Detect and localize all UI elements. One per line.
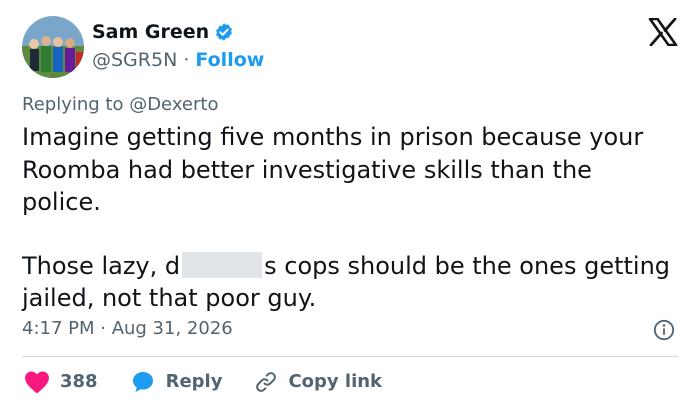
- like-button[interactable]: 388: [24, 369, 98, 395]
- author-name[interactable]: Sam Green: [92, 19, 209, 45]
- heart-icon: [25, 371, 49, 394]
- info-icon[interactable]: [653, 319, 675, 341]
- reply-button[interactable]: Reply: [130, 369, 223, 395]
- follow-button[interactable]: Follow: [195, 49, 264, 71]
- tweet-paragraph-1: Imagine getting five months in prison be…: [22, 123, 644, 216]
- like-count: 388: [60, 371, 98, 392]
- action-bar: 388 Reply Copy link: [24, 368, 414, 396]
- author-handle[interactable]: @SGR5N: [92, 49, 177, 71]
- link-icon: [256, 372, 277, 392]
- copy-link-label: Copy link: [288, 371, 383, 392]
- copy-link-button[interactable]: Copy link: [254, 369, 382, 395]
- handle-separator: ·: [177, 49, 196, 71]
- verified-badge-icon: [216, 23, 233, 41]
- tweet-timestamp[interactable]: 4:17 PM · Aug 31, 2026: [22, 316, 233, 342]
- reply-label: Reply: [165, 371, 223, 392]
- redaction-block: [182, 251, 263, 278]
- tweet-paragraph-2: Those lazy, ds cops should be the ones g…: [22, 250, 672, 315]
- avatar[interactable]: [22, 16, 84, 78]
- avatar-photo: [22, 16, 84, 78]
- x-logo-icon[interactable]: [648, 18, 678, 46]
- tweet-text: Imagine getting five months in prison be…: [22, 121, 672, 315]
- reply-bubble-icon: [132, 372, 153, 392]
- paragraph-2-start: Those lazy, d: [22, 251, 181, 280]
- actions-divider: [22, 356, 678, 357]
- replying-to[interactable]: Replying to @Dexerto: [22, 92, 218, 118]
